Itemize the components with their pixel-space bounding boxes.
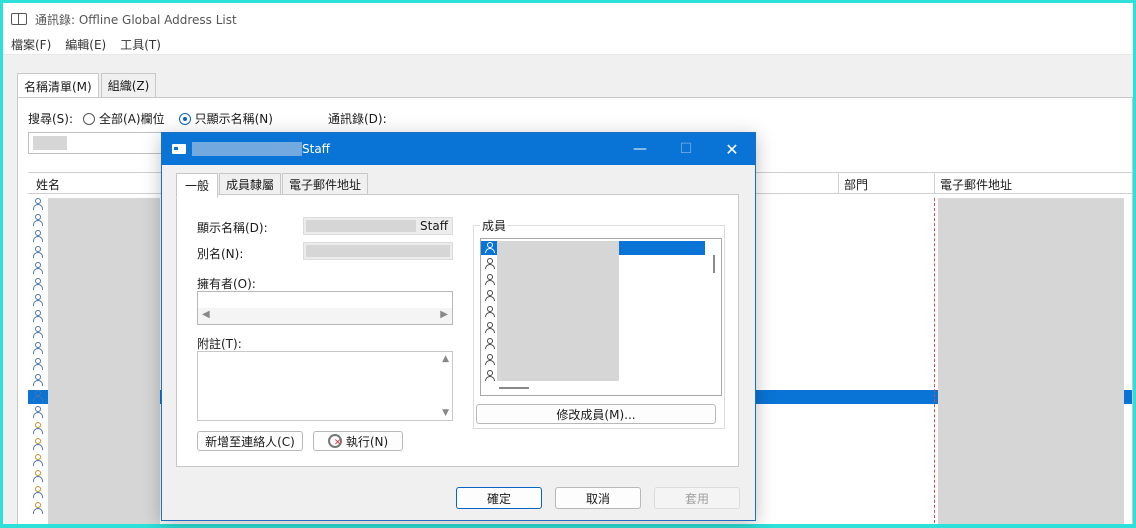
contact-icon: [32, 342, 44, 354]
member-icon: [485, 370, 495, 382]
redacted-names: [48, 198, 160, 524]
member-icon: [485, 354, 495, 366]
vertical-scrollbar[interactable]: ▲ ▼: [436, 352, 452, 420]
search-all-option[interactable]: 全部(A)欄位: [83, 110, 165, 127]
scroll-right-icon[interactable]: ▶: [440, 309, 448, 320]
menu-file[interactable]: 檔案(F): [11, 36, 51, 53]
horizontal-scrollbar[interactable]: ◀ ▶: [198, 308, 452, 324]
group-icon: [32, 422, 44, 434]
tab-general[interactable]: 一般: [176, 173, 219, 198]
address-book-icon: [11, 13, 27, 25]
column-email[interactable]: 電子郵件地址: [940, 176, 1012, 193]
owner-label: 擁有者(O):: [197, 277, 256, 291]
members-group: 成員 修改成員(M)...: [473, 217, 725, 429]
notes-field[interactable]: ▲ ▼: [197, 351, 453, 421]
member-icon: [485, 322, 495, 334]
search-name-option[interactable]: 只顯示名稱(N): [178, 110, 273, 127]
group-icon: [32, 502, 44, 514]
close-button[interactable]: ✕: [709, 133, 755, 165]
members-hscroll-thumb[interactable]: [499, 387, 529, 389]
menu-tools[interactable]: 工具(T): [120, 36, 161, 53]
minimize-button[interactable]: —: [617, 133, 663, 165]
redacted-text: [306, 220, 416, 232]
display-name-suffix: Staff: [420, 219, 448, 233]
redacted-emails: [938, 198, 1124, 524]
contact-icon: [32, 230, 44, 242]
dialog-title-bar: Staff — ☐ ✕: [162, 133, 755, 165]
properties-dialog: Staff — ☐ ✕ 一般 成員隸屬 電子郵件地址 顯示名稱(D): Staf…: [161, 132, 756, 521]
radio-all[interactable]: [83, 112, 96, 125]
tab-organization[interactable]: 組織(Z): [100, 73, 157, 98]
ok-button[interactable]: 確定: [456, 487, 542, 509]
contact-icon: [32, 214, 44, 226]
alias-label: 別名(N):: [197, 247, 244, 261]
member-icon: [485, 274, 495, 286]
display-name-field: Staff: [303, 217, 453, 235]
apply-button[interactable]: 套用: [654, 487, 740, 509]
contact-icon: [32, 390, 44, 402]
column-separator[interactable]: [838, 173, 839, 193]
owner-field[interactable]: ◀ ▶: [197, 291, 453, 325]
member-icon: [485, 290, 495, 302]
radio-name-only[interactable]: [178, 112, 191, 125]
execute-icon: [327, 434, 342, 448]
group-icon: [32, 470, 44, 482]
group-icon: [32, 438, 44, 450]
scroll-left-icon[interactable]: ◀: [202, 309, 210, 320]
search-label: 搜尋(S):: [28, 112, 74, 126]
search-input[interactable]: [28, 132, 168, 154]
column-department[interactable]: 部門: [844, 176, 868, 193]
maximize-button[interactable]: ☐: [663, 133, 709, 165]
focus-column-border: [934, 198, 935, 524]
member-icon: [485, 242, 495, 254]
contact-icon: [32, 294, 44, 306]
scroll-up-icon[interactable]: ▲: [442, 354, 449, 364]
member-icon: [485, 258, 495, 270]
search-name-label: 只顯示名稱(N): [194, 112, 273, 126]
execute-label: 執行(N): [345, 434, 389, 449]
redacted-members: [497, 241, 619, 381]
column-separator[interactable]: [934, 173, 935, 193]
contact-icon: [32, 310, 44, 322]
alias-field: [303, 242, 453, 260]
redacted-text: [33, 136, 67, 150]
title-bar: 通訊錄: Offline Global Address List: [3, 3, 1133, 35]
cancel-button[interactable]: 取消: [555, 487, 641, 509]
member-icon: [485, 338, 495, 350]
contact-icon: [32, 358, 44, 370]
contact-icon: [32, 406, 44, 418]
group-icon: [32, 454, 44, 466]
scroll-down-icon[interactable]: ▼: [442, 408, 449, 418]
add-to-contacts-button[interactable]: 新增至連絡人(C): [197, 431, 303, 451]
members-scroll-thumb[interactable]: [713, 255, 715, 273]
search-options: 搜尋(S): 全部(A)欄位 只顯示名稱(N): [28, 110, 287, 127]
notes-label: 附註(T):: [197, 337, 242, 351]
search-all-label: 全部(A)欄位: [99, 112, 165, 126]
contact-icon: [32, 262, 44, 274]
redacted-text: [306, 245, 450, 257]
column-name[interactable]: 姓名: [36, 176, 60, 193]
contact-icon: [32, 326, 44, 338]
address-book-label: 通訊錄(D):: [328, 112, 387, 126]
member-icon: [485, 306, 495, 318]
group-icon: [32, 486, 44, 498]
window-title: 通訊錄: Offline Global Address List: [35, 12, 237, 27]
display-name-label: 顯示名稱(D):: [197, 221, 268, 235]
contact-icon: [32, 246, 44, 258]
execute-button[interactable]: 執行(N): [313, 431, 403, 451]
members-label: 成員: [480, 217, 509, 234]
contact-card-icon: [172, 144, 186, 154]
menu-edit[interactable]: 編輯(E): [65, 36, 106, 53]
general-panel: 顯示名稱(D): Staff 別名(N): 擁有者(O): ◀ ▶ 附註(T):…: [176, 194, 739, 467]
contact-icon: [32, 374, 44, 386]
redacted-title: [192, 142, 302, 156]
contact-icon: [32, 278, 44, 290]
contact-icon: [32, 198, 44, 210]
members-list[interactable]: [480, 238, 722, 396]
main-tabs: 名稱清單(M) 組織(Z): [17, 73, 158, 98]
menu-bar: 檔案(F) 編輯(E) 工具(T): [3, 35, 1133, 55]
modify-members-button[interactable]: 修改成員(M)...: [476, 404, 716, 424]
tab-name-list[interactable]: 名稱清單(M): [17, 73, 99, 98]
dialog-title: Staff: [302, 142, 330, 156]
